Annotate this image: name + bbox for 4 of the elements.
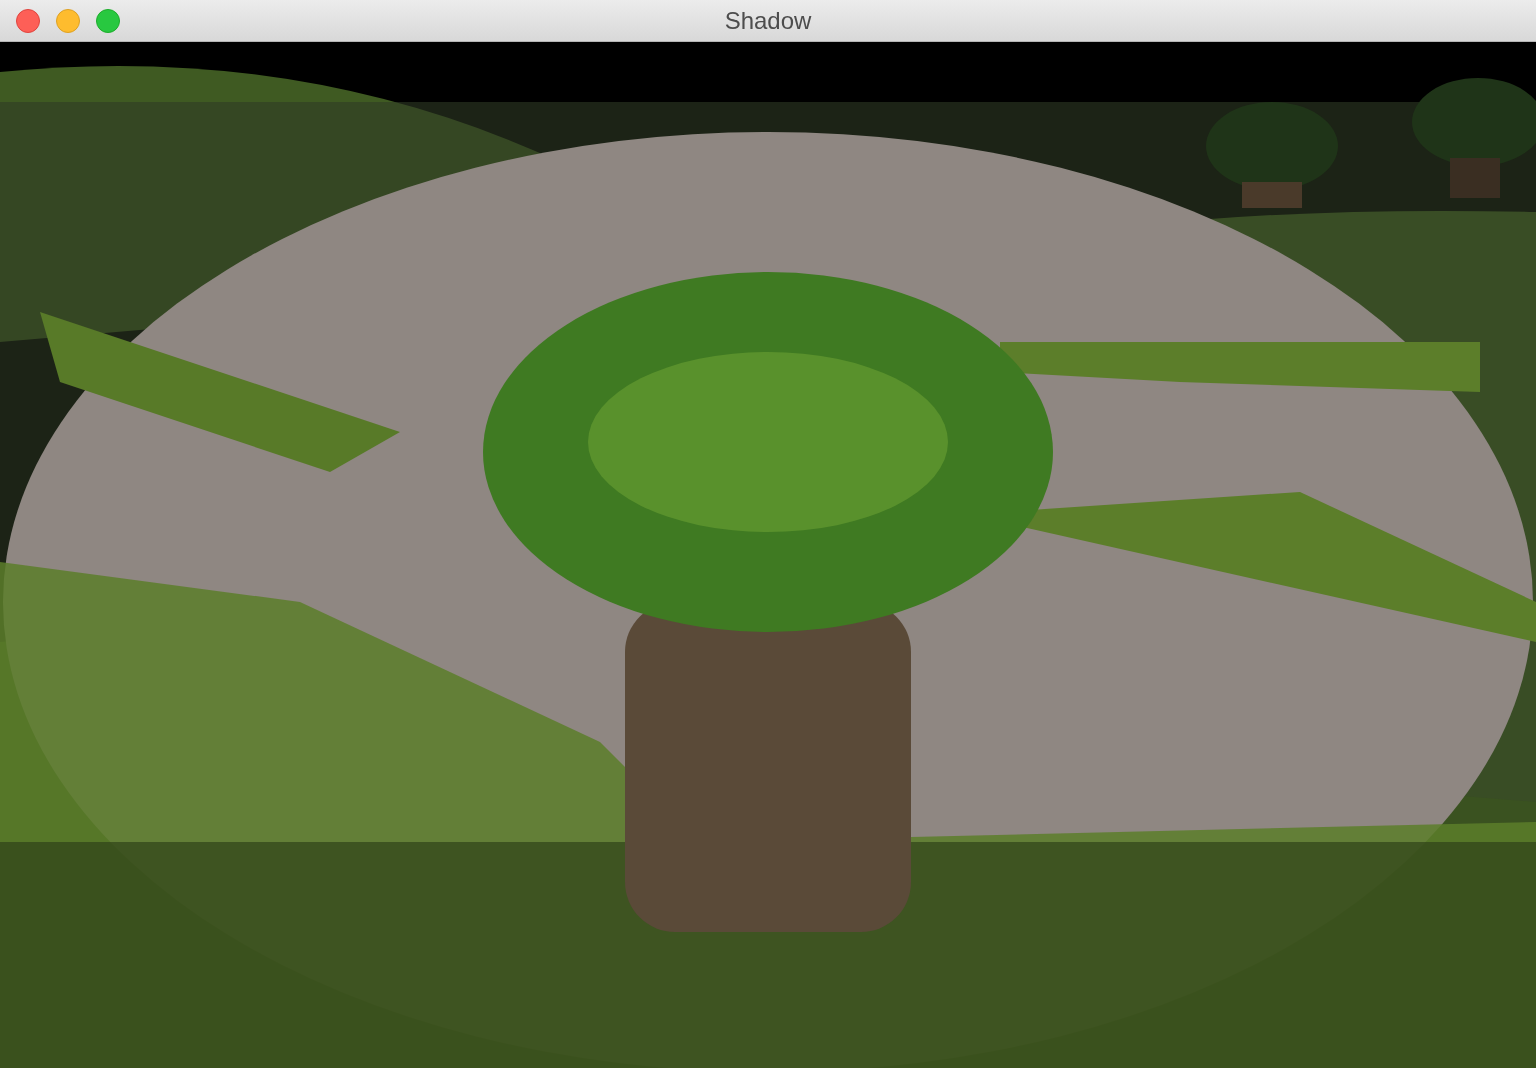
window-title: Shadow <box>724 6 812 35</box>
close-icon[interactable] <box>16 8 40 33</box>
minimize-icon[interactable] <box>56 8 80 33</box>
maximize-icon[interactable] <box>96 8 120 33</box>
